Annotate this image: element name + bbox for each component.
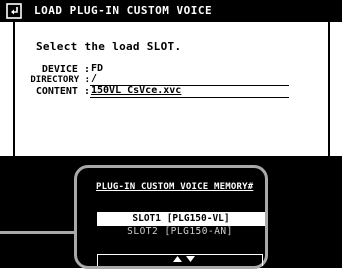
back-arrow-icon[interactable]	[5, 2, 23, 20]
memory-panel-title: PLUG-IN CUSTOM VOICE MEMORY#	[96, 182, 254, 192]
up-down-arrows-icon[interactable]	[172, 255, 196, 263]
prompt-text: Select the load SLOT.	[36, 40, 182, 53]
slot2-item[interactable]: SLOT2 [PLG150-AN]	[97, 226, 263, 238]
content-value[interactable]: 150VL CsVce.xvc	[90, 85, 289, 98]
slot1-item[interactable]: SLOT1 [PLG150-VL]	[97, 212, 265, 226]
frame-line-right	[328, 22, 330, 156]
content-label: CONTENT :	[35, 86, 90, 97]
device-label: DEVICE :	[41, 64, 90, 75]
window-title: LOAD PLUG-IN CUSTOM VOICE	[34, 4, 213, 17]
lcd-screen: LOAD PLUG-IN CUSTOM VOICE Select the loa…	[0, 0, 342, 269]
directory-label: DIRECTORY :	[30, 75, 90, 85]
title-bar: LOAD PLUG-IN CUSTOM VOICE	[0, 0, 342, 22]
callout-line	[0, 231, 76, 234]
